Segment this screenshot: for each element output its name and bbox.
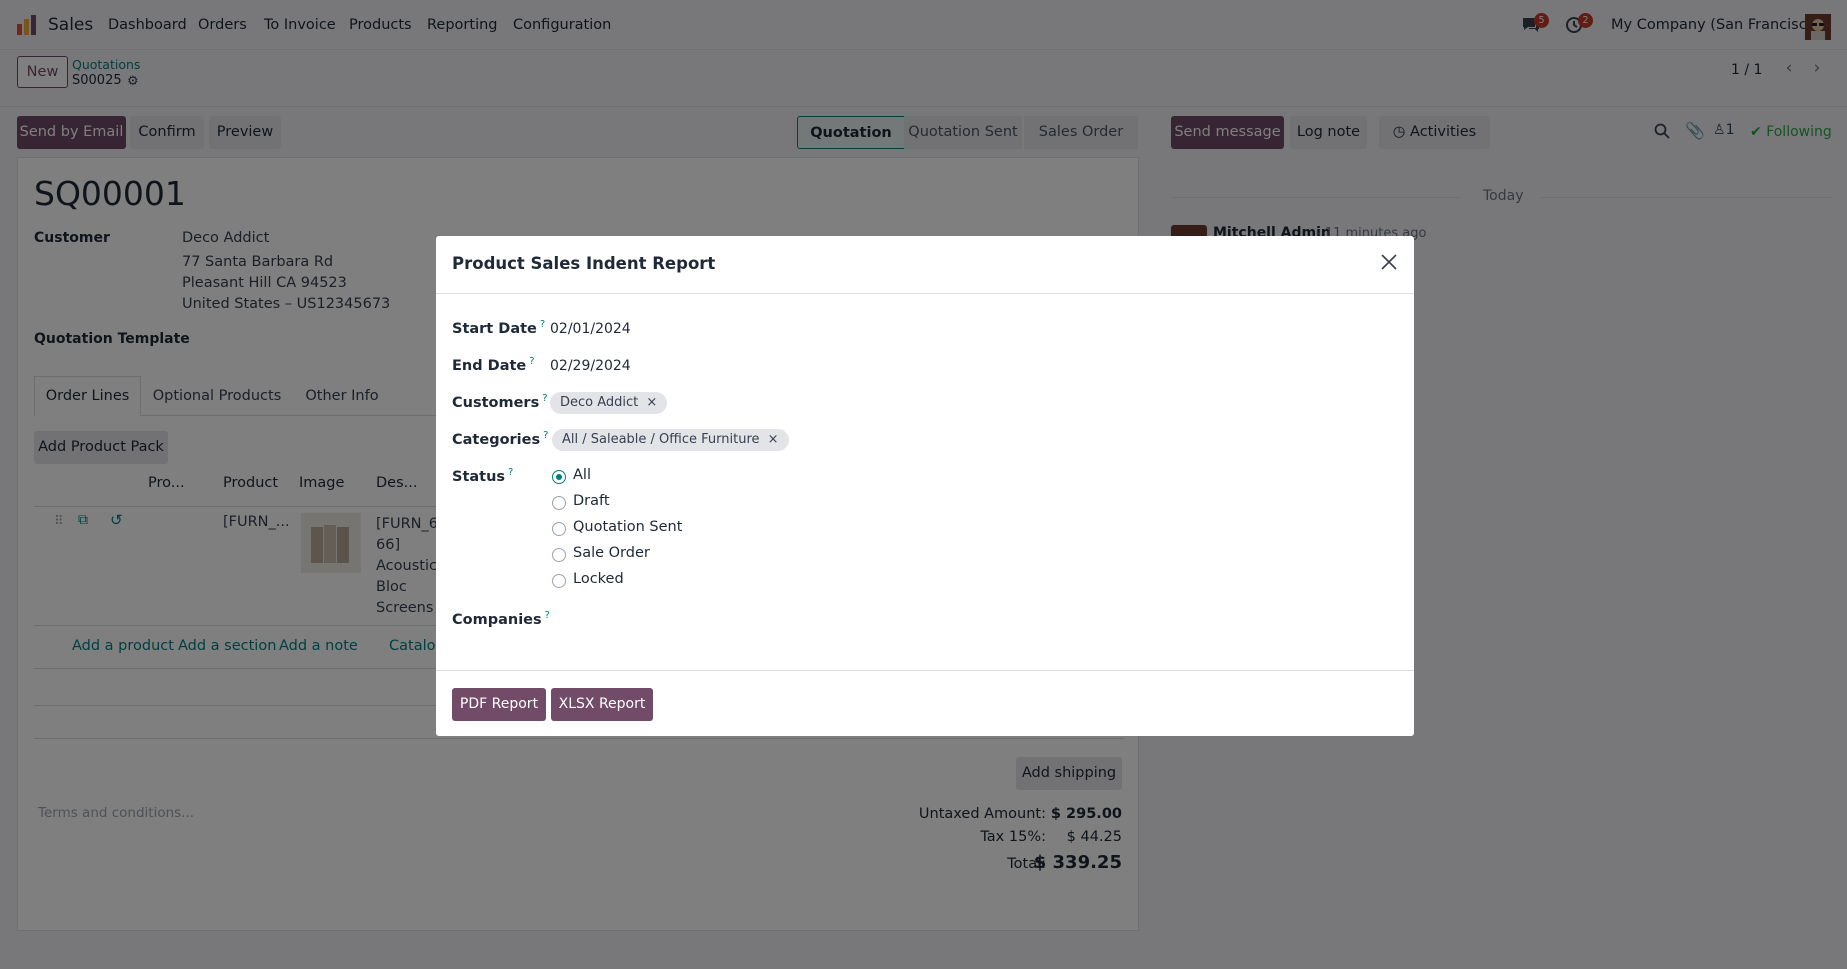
dialog-footer-divider (436, 670, 1414, 671)
remove-tag-icon[interactable]: × (768, 432, 779, 447)
help-tooltip-icon[interactable]: ? (542, 393, 547, 404)
status-radio-locked[interactable] (552, 574, 566, 588)
customer-tag[interactable]: Deco Addict × (550, 392, 668, 414)
remove-tag-icon[interactable]: × (646, 395, 657, 410)
customers-label: Customers? (452, 393, 548, 411)
status-option-label[interactable]: Sale Order (573, 545, 650, 561)
start-date-label: Start Date? (452, 319, 546, 337)
end-date-field[interactable]: 02/29/2024 (550, 358, 631, 374)
status-radio-sale-order[interactable] (552, 548, 566, 562)
category-tag[interactable]: All / Saleable / Office Furniture × (552, 429, 789, 451)
dialog-header-divider (436, 293, 1414, 294)
help-tooltip-icon[interactable]: ? (543, 430, 548, 441)
help-tooltip-icon[interactable]: ? (529, 356, 534, 367)
start-date-field[interactable]: 02/01/2024 (550, 321, 631, 337)
companies-field[interactable] (550, 606, 950, 632)
end-date-label: End Date? (452, 356, 535, 374)
category-tag-label: All / Saleable / Office Furniture (562, 432, 760, 447)
status-option-label[interactable]: Quotation Sent (573, 519, 682, 535)
companies-label: Companies? (452, 610, 550, 628)
help-tooltip-icon[interactable]: ? (508, 467, 513, 478)
status-radio-quotation-sent[interactable] (552, 522, 566, 536)
status-option-label[interactable]: Locked (573, 571, 624, 587)
dialog-title: Product Sales Indent Report (452, 254, 716, 273)
xlsx-report-button[interactable]: XLSX Report (551, 688, 653, 721)
status-radio-all[interactable] (552, 470, 566, 484)
report-dialog: Product Sales Indent Report Start Date? … (436, 236, 1414, 736)
close-icon[interactable] (1380, 253, 1398, 271)
status-radio-draft[interactable] (552, 496, 566, 510)
pdf-report-button[interactable]: PDF Report (452, 688, 546, 721)
help-tooltip-icon[interactable]: ? (540, 319, 545, 330)
status-label: Status? (452, 467, 514, 485)
status-option-label[interactable]: Draft (573, 493, 610, 509)
categories-label: Categories? (452, 430, 549, 448)
status-option-label[interactable]: All (573, 467, 591, 483)
customer-tag-label: Deco Addict (560, 395, 639, 410)
